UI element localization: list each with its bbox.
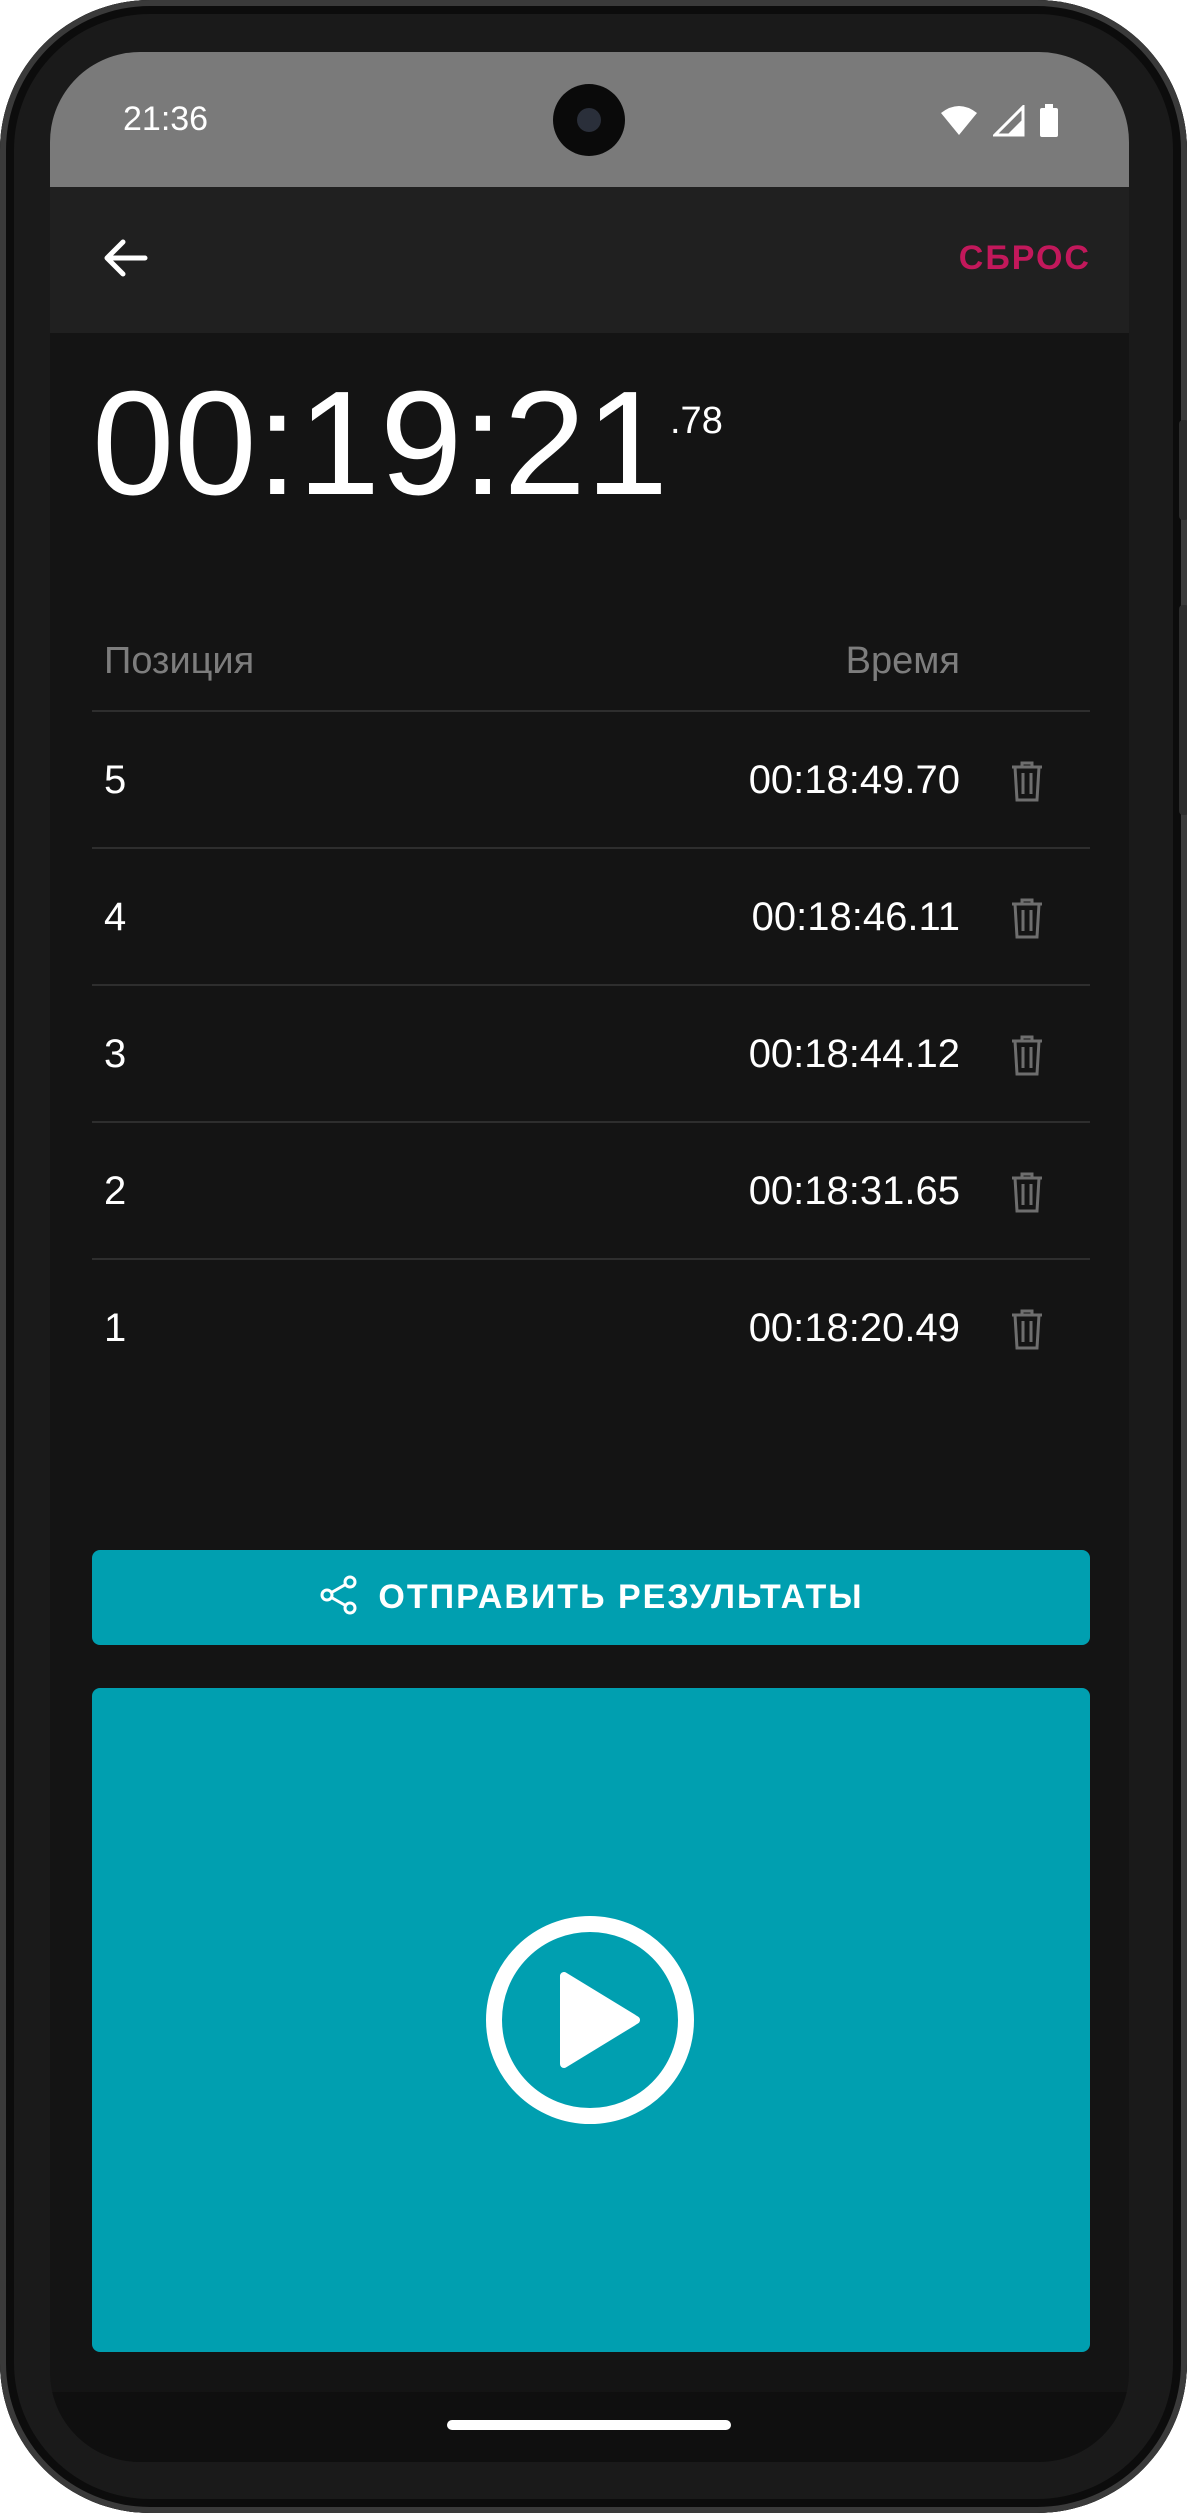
header-position: Позиция xyxy=(104,640,255,682)
play-circle-icon[interactable] xyxy=(484,1914,696,2126)
trash-icon[interactable] xyxy=(1002,1304,1052,1354)
status-icons xyxy=(939,103,1059,143)
front-camera xyxy=(553,84,625,156)
app-bar: СБРОС xyxy=(50,187,1129,333)
battery-icon xyxy=(1039,104,1059,143)
table-row: 5 00:18:49.70 xyxy=(92,712,1090,849)
reset-button[interactable]: СБРОС xyxy=(959,239,1091,278)
home-indicator[interactable] xyxy=(447,2420,731,2430)
power-button xyxy=(1179,605,1187,815)
status-bar: 21:36 xyxy=(50,52,1129,187)
row-position: 1 xyxy=(104,1306,127,1350)
trash-icon[interactable] xyxy=(1002,893,1052,943)
row-time: 00:18:46.11 xyxy=(751,895,960,939)
share-results-button[interactable]: ОТПРАВИТЬ РЕЗУЛЬТАТЫ xyxy=(92,1550,1090,1645)
row-position: 2 xyxy=(104,1169,127,1213)
screen: 21:36 СБРОС 00:19:21 .78 Позиция Время 5… xyxy=(50,52,1129,2462)
table-row: 1 00:18:20.49 xyxy=(92,1260,1090,1395)
start-stop-area[interactable] xyxy=(92,1688,1090,2352)
phone-frame: 21:36 СБРОС 00:19:21 .78 Позиция Время 5… xyxy=(0,0,1187,2513)
header-time: Время xyxy=(845,640,960,682)
row-time: 00:18:20.49 xyxy=(748,1306,960,1350)
share-icon xyxy=(318,1574,360,1621)
wifi-icon xyxy=(939,105,979,142)
laps-table: Позиция Время 5 00:18:49.70 4 00:18:46.1… xyxy=(92,572,1090,1395)
table-row: 2 00:18:31.65 xyxy=(92,1123,1090,1260)
row-time: 00:18:31.65 xyxy=(748,1169,960,1213)
table-header: Позиция Время xyxy=(92,572,1090,712)
back-button[interactable] xyxy=(90,225,160,295)
row-position: 3 xyxy=(104,1032,127,1076)
trash-icon[interactable] xyxy=(1002,756,1052,806)
row-position: 4 xyxy=(104,895,127,939)
stopwatch-time: 00:19:21 xyxy=(92,361,669,526)
table-row: 4 00:18:46.11 xyxy=(92,849,1090,986)
share-results-label: ОТПРАВИТЬ РЕЗУЛЬТАТЫ xyxy=(378,1578,864,1616)
table-row: 3 00:18:44.12 xyxy=(92,986,1090,1123)
arrow-left-icon xyxy=(101,238,149,283)
volume-button xyxy=(1179,420,1187,520)
status-time: 21:36 xyxy=(123,100,209,138)
trash-icon[interactable] xyxy=(1002,1030,1052,1080)
stopwatch-fraction: .78 xyxy=(670,400,723,442)
trash-icon[interactable] xyxy=(1002,1167,1052,1217)
signal-icon xyxy=(991,103,1025,142)
row-time: 00:18:44.12 xyxy=(748,1032,960,1076)
row-time: 00:18:49.70 xyxy=(748,758,960,802)
row-position: 5 xyxy=(104,758,127,802)
